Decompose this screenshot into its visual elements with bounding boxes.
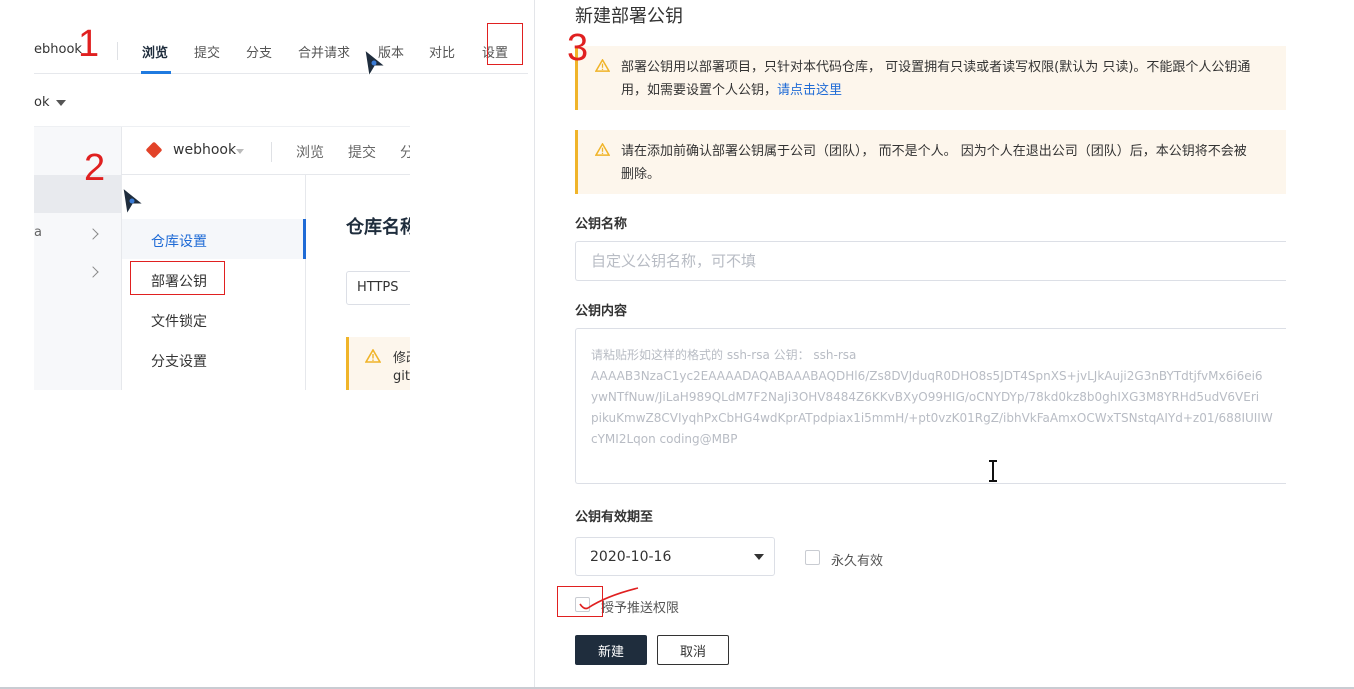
tab-merge-requests[interactable]: 合并请求 [298, 42, 350, 61]
notice-text: 部署公钥用以部署项目，只针对本代码仓库， 可设置拥有只读或者读写权限(默认为 只… [621, 60, 1251, 75]
tab-branches[interactable]: 分支 [246, 42, 272, 61]
forever-valid-label: 永久有效 [831, 554, 884, 569]
step-number-2: 2 [84, 147, 106, 189]
forever-valid-checkbox[interactable] [805, 550, 820, 565]
mouse-pointer-icon [122, 186, 145, 216]
notice-text: 删除。 [621, 167, 661, 182]
active-tab-indicator [141, 71, 171, 74]
key-name-label: 公钥名称 [575, 217, 628, 232]
tab-browse[interactable]: 浏览 [296, 142, 324, 162]
checkmark-annotation-icon [579, 587, 639, 610]
expiry-date-value: 2020-10-16 [590, 549, 672, 565]
ownership-notice: 请在添加前确认部署公钥属于公司（团队）， 而不是个人。 因为个人在退出公司（团队… [575, 130, 1286, 194]
warning-notice: 修改 git [346, 337, 410, 390]
menu-active-bg [122, 219, 303, 259]
tab-branches[interactable]: 分 [400, 142, 410, 162]
navbar-divider [117, 42, 118, 60]
menu-item-file-lock[interactable]: 文件锁定 [151, 311, 207, 331]
caret-down-icon[interactable] [236, 149, 244, 154]
step-number-1: 1 [78, 23, 100, 65]
personal-key-link[interactable]: 请点击这里 [777, 83, 842, 98]
expiry-label: 公钥有效期至 [575, 510, 654, 525]
key-content-label: 公钥内容 [575, 304, 628, 319]
caret-down-icon [754, 554, 764, 560]
key-name-input[interactable] [575, 241, 1286, 281]
git-logo-icon [145, 141, 163, 159]
placeholder-line: cYMI2Lqon coding@MBP [591, 432, 738, 446]
settings-content: 仓库名称 HTTPS 修改 git [306, 175, 410, 390]
warning-icon [595, 59, 610, 72]
repo-name[interactable]: webhook [173, 142, 236, 158]
chevron-right-icon[interactable] [87, 266, 99, 278]
notice-text: 请在添加前确认部署公钥属于公司（团队）， 而不是个人。 因为个人在退出公司（团队… [621, 144, 1247, 159]
new-deploy-key-dialog: 新建部署公钥 部署公钥用以部署项目，只针对本代码仓库， 可设置拥有只读或者读写权… [535, 0, 1286, 689]
placeholder-line: pikuKmwZ8CVIyqhPxCbHG4wdKprATpdpiax1i5mm… [591, 411, 1273, 425]
repo-name[interactable]: ebhook [34, 42, 82, 57]
mouse-pointer-icon [364, 48, 387, 78]
warning-icon [365, 349, 381, 363]
warning-icon [595, 143, 610, 156]
cancel-button[interactable]: 取消 [657, 635, 729, 665]
header-divider [271, 142, 272, 162]
placeholder-line: AAAAB3NzaC1yc2EAAAADAQABAAABAQDHl6/Zs8DV… [591, 369, 1263, 383]
tab-browse[interactable]: 浏览 [142, 42, 168, 61]
highlight-box-deploy-keys [130, 261, 225, 295]
section-heading: 仓库名称 [346, 217, 410, 238]
caret-down-icon[interactable] [56, 100, 66, 106]
tab-commits[interactable]: 提交 [348, 142, 376, 162]
expiry-date-select[interactable]: 2020-10-16 [575, 537, 775, 576]
menu-item-repo-settings[interactable]: 仓库设置 [151, 231, 207, 251]
warning-text: 修改 [393, 351, 410, 366]
https-select[interactable]: HTTPS [346, 271, 410, 305]
chevron-right-icon[interactable] [87, 228, 99, 240]
project-sidebar: a [34, 127, 122, 390]
repo-navbar: ebhook 浏览 提交 分支 合并请求 版本 对比 设置 [34, 28, 528, 74]
step-number-3: 3 [567, 27, 589, 69]
tab-commits[interactable]: 提交 [194, 42, 220, 61]
notice-text: 用，如需要设置个人公钥，请点击这里 [621, 79, 842, 98]
placeholder-line: ywNTfNuw/JiLaH989QLdM7F2NaJi3OHV8484Z6KK… [591, 390, 1260, 404]
repo-dropdown[interactable]: ok [34, 95, 49, 110]
menu-item-branch-settings[interactable]: 分支设置 [151, 351, 207, 371]
create-button[interactable]: 新建 [575, 635, 647, 665]
repo-header: webhook 浏览 提交 分 [122, 127, 410, 175]
highlight-box-settings [487, 23, 523, 65]
sidebar-item-partial[interactable]: a [34, 225, 42, 240]
deploy-key-notice: 部署公钥用以部署项目，只针对本代码仓库， 可设置拥有只读或者读写权限(默认为 只… [575, 46, 1286, 110]
warning-text: git [393, 369, 410, 384]
screenshot-repo-dropdown: ok [34, 84, 528, 126]
dialog-title: 新建部署公钥 [575, 6, 683, 27]
screenshot-repo-navbar: ebhook 浏览 提交 分支 合并请求 版本 对比 设置 [34, 28, 528, 84]
key-content-textarea[interactable]: 请粘贴形如这样的格式的 ssh-rsa 公钥： ssh-rsa AAAAB3Nz… [575, 328, 1286, 484]
placeholder-line: 请粘贴形如这样的格式的 ssh-rsa 公钥： ssh-rsa [591, 348, 857, 362]
sidebar-active-row[interactable] [34, 175, 122, 213]
tab-compare[interactable]: 对比 [429, 42, 455, 61]
notice-text-prefix: 用，如需要设置个人公钥， [621, 83, 778, 98]
text-cursor-icon [989, 460, 997, 482]
